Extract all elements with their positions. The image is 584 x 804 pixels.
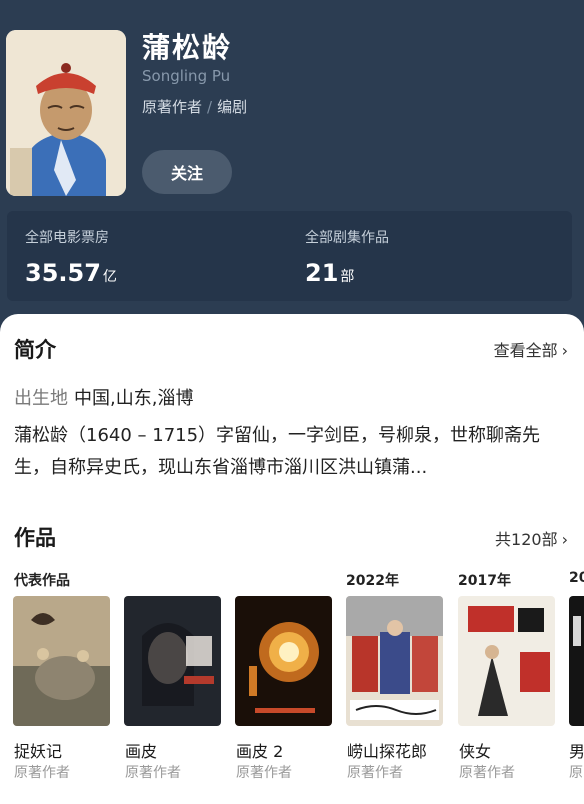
works-count-link[interactable]: 共120部 ›	[495, 526, 568, 550]
works-carousel[interactable]: 代表作品 捉妖记 原著作者 画皮 原著作者 画皮 2 原著作者 2022年 崂山…	[0, 564, 584, 804]
work-role: 原著作者	[236, 765, 292, 781]
person-english-name: Songling Pu	[142, 67, 231, 85]
box-office-stat[interactable]: 全部电影票房 35.57 亿	[25, 227, 117, 287]
work-tag: 20	[569, 570, 584, 586]
poster-image	[124, 596, 221, 726]
poster-image	[13, 596, 110, 726]
box-office-value: 35.57	[25, 259, 101, 287]
chevron-right-icon: ›	[561, 341, 568, 360]
person-portrait[interactable]	[6, 30, 126, 196]
poster-image	[346, 596, 443, 726]
work-title[interactable]: 画皮	[125, 738, 157, 762]
series-value-line: 21 部	[305, 259, 389, 287]
box-office-unit: 亿	[102, 269, 117, 285]
role-separator: /	[207, 98, 213, 116]
work-tag: 2022年	[346, 573, 399, 589]
work-role: 原著作者	[14, 765, 70, 781]
work-role: 原著作者	[125, 765, 181, 781]
series-value: 21	[305, 259, 339, 287]
work-tag: 代表作品	[14, 573, 70, 589]
work-tag: 2017年	[458, 573, 511, 589]
see-all-label: 查看全部	[493, 341, 558, 360]
poster-image	[235, 596, 332, 726]
work-poster[interactable]	[235, 596, 332, 726]
detail-sheet: 简介 查看全部 › 出生地 中国,山东,淄博 蒲松龄（1640 – 1715）字留仙…	[0, 314, 584, 804]
birthplace-value: 中国,山东,淄博	[74, 388, 194, 409]
series-stat[interactable]: 全部剧集作品 21 部	[305, 227, 389, 287]
work-title[interactable]: 男	[569, 738, 584, 762]
work-poster[interactable]	[13, 596, 110, 726]
person-header: 蒲松龄 Songling Pu 原著作者 / 编剧 关注 全部电影票房 35.57 亿…	[0, 0, 584, 320]
person-name: 蒲松龄	[142, 31, 233, 64]
work-role: 原著作者	[347, 765, 403, 781]
work-poster[interactable]	[124, 596, 221, 726]
birthplace-key: 出生地	[14, 388, 68, 409]
see-all-link[interactable]: 查看全部 ›	[494, 337, 568, 361]
role-screenwriter: 编剧	[217, 98, 248, 116]
series-label: 全部剧集作品	[305, 230, 389, 246]
works-title: 作品	[14, 526, 56, 550]
series-unit: 部	[340, 269, 355, 285]
box-office-value-line: 35.57 亿	[25, 259, 117, 287]
work-poster[interactable]	[569, 596, 584, 726]
work-title[interactable]: 画皮 2	[236, 738, 283, 762]
follow-button[interactable]: 关注	[142, 150, 232, 194]
box-office-label: 全部电影票房	[25, 230, 109, 246]
work-title[interactable]: 捉妖记	[14, 738, 62, 762]
portrait-image	[6, 30, 126, 196]
role-author: 原著作者	[142, 98, 203, 116]
biography-text[interactable]: 蒲松龄（1640 – 1715）字留仙，一字剑臣，号柳泉，世称聊斋先生，自称异史…	[14, 420, 570, 484]
work-poster[interactable]	[458, 596, 555, 726]
work-title[interactable]: 侠女	[459, 738, 491, 762]
work-role: 原著作者	[459, 765, 515, 781]
person-roles: 原著作者 / 编剧	[142, 96, 247, 117]
poster-image	[458, 596, 555, 726]
poster-image	[569, 596, 584, 726]
birthplace-row: 出生地 中国,山东,淄博	[14, 384, 193, 410]
work-role: 原	[569, 765, 583, 781]
works-count: 共120部	[495, 530, 558, 549]
stats-panel: 全部电影票房 35.57 亿 全部剧集作品 21 部	[7, 211, 572, 301]
intro-title: 简介	[14, 338, 56, 362]
work-title[interactable]: 崂山探花郎	[347, 738, 427, 762]
chevron-right-icon: ›	[561, 530, 568, 549]
work-poster[interactable]	[346, 596, 443, 726]
